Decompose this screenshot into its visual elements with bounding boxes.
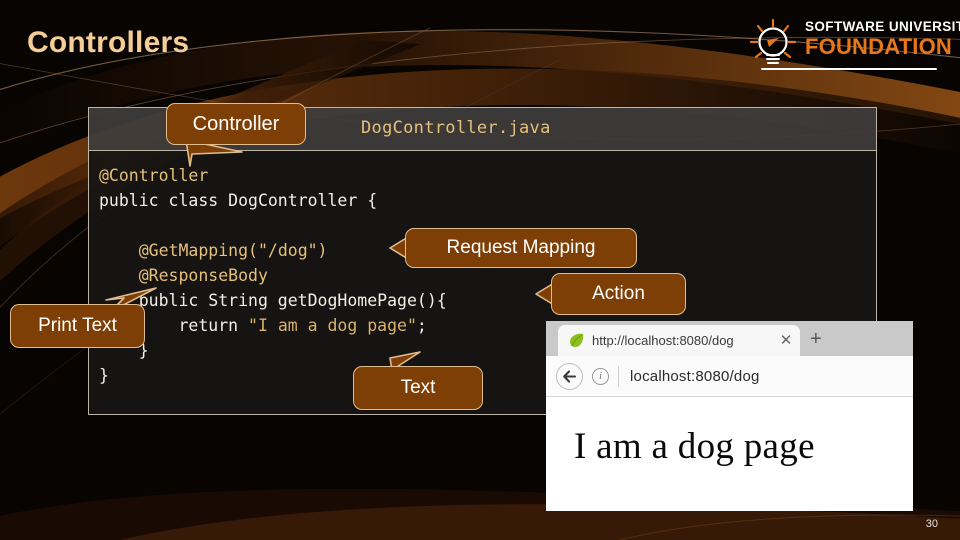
lightbulb-icon <box>749 18 797 64</box>
browser-tab[interactable]: http://localhost:8080/dog ✕ <box>558 325 800 356</box>
callout-print-text: Print Text <box>10 304 145 348</box>
url-input[interactable]: localhost:8080/dog <box>630 368 760 385</box>
page-title: Controllers <box>27 26 190 59</box>
code-token: "I am a dog page" <box>248 316 417 335</box>
code-token: @ResponseBody <box>138 266 268 285</box>
code-token: } <box>99 366 109 385</box>
code-token: ; <box>416 316 427 335</box>
spring-leaf-icon <box>570 333 584 347</box>
info-icon[interactable]: i <box>592 367 609 385</box>
callout-text: Text <box>353 366 483 410</box>
browser-window: http://localhost:8080/dog ✕ + i localhos… <box>546 321 913 511</box>
slide-number: 30 <box>925 518 938 530</box>
browser-url-bar: i localhost:8080/dog <box>546 356 913 397</box>
code-line: public class DogController { <box>99 188 876 213</box>
new-tab-button[interactable]: + <box>810 329 822 349</box>
code-filename: DogController.java <box>361 118 551 138</box>
logo-line-1: SOFTWARE UNIVERSITY <box>805 19 960 34</box>
logo-underline <box>761 68 937 70</box>
browser-tab-bar: http://localhost:8080/dog ✕ + <box>546 321 913 356</box>
code-token: @Controller <box>99 166 209 185</box>
code-token: @GetMapping("/dog") <box>138 241 328 260</box>
code-line: public String getDogHomePage(){ <box>99 288 876 313</box>
code-token: public String getDogHomePage(){ <box>99 291 447 310</box>
code-token: public class DogController { <box>99 191 378 210</box>
logo: SOFTWARE UNIVERSITY FOUNDATION <box>727 12 960 74</box>
browser-content-area: I am a dog page <box>546 397 913 511</box>
callout-action: Action <box>551 273 686 315</box>
logo-line-2: FOUNDATION <box>805 34 953 59</box>
url-divider <box>618 365 619 387</box>
logo-text: SOFTWARE UNIVERSITY FOUNDATION <box>805 19 960 59</box>
callout-controller: Controller <box>166 103 306 145</box>
browser-tab-title: http://localhost:8080/dog <box>592 333 734 348</box>
callout-request-mapping: Request Mapping <box>405 228 637 268</box>
close-icon[interactable]: ✕ <box>776 333 796 348</box>
code-line: @Controller <box>99 163 876 188</box>
slide-canvas: Controllers SOFTWARE UNIVERSITY FOUNDATI… <box>0 0 960 540</box>
back-arrow-icon[interactable] <box>556 362 583 390</box>
rendered-page-text: I am a dog page <box>574 426 815 467</box>
